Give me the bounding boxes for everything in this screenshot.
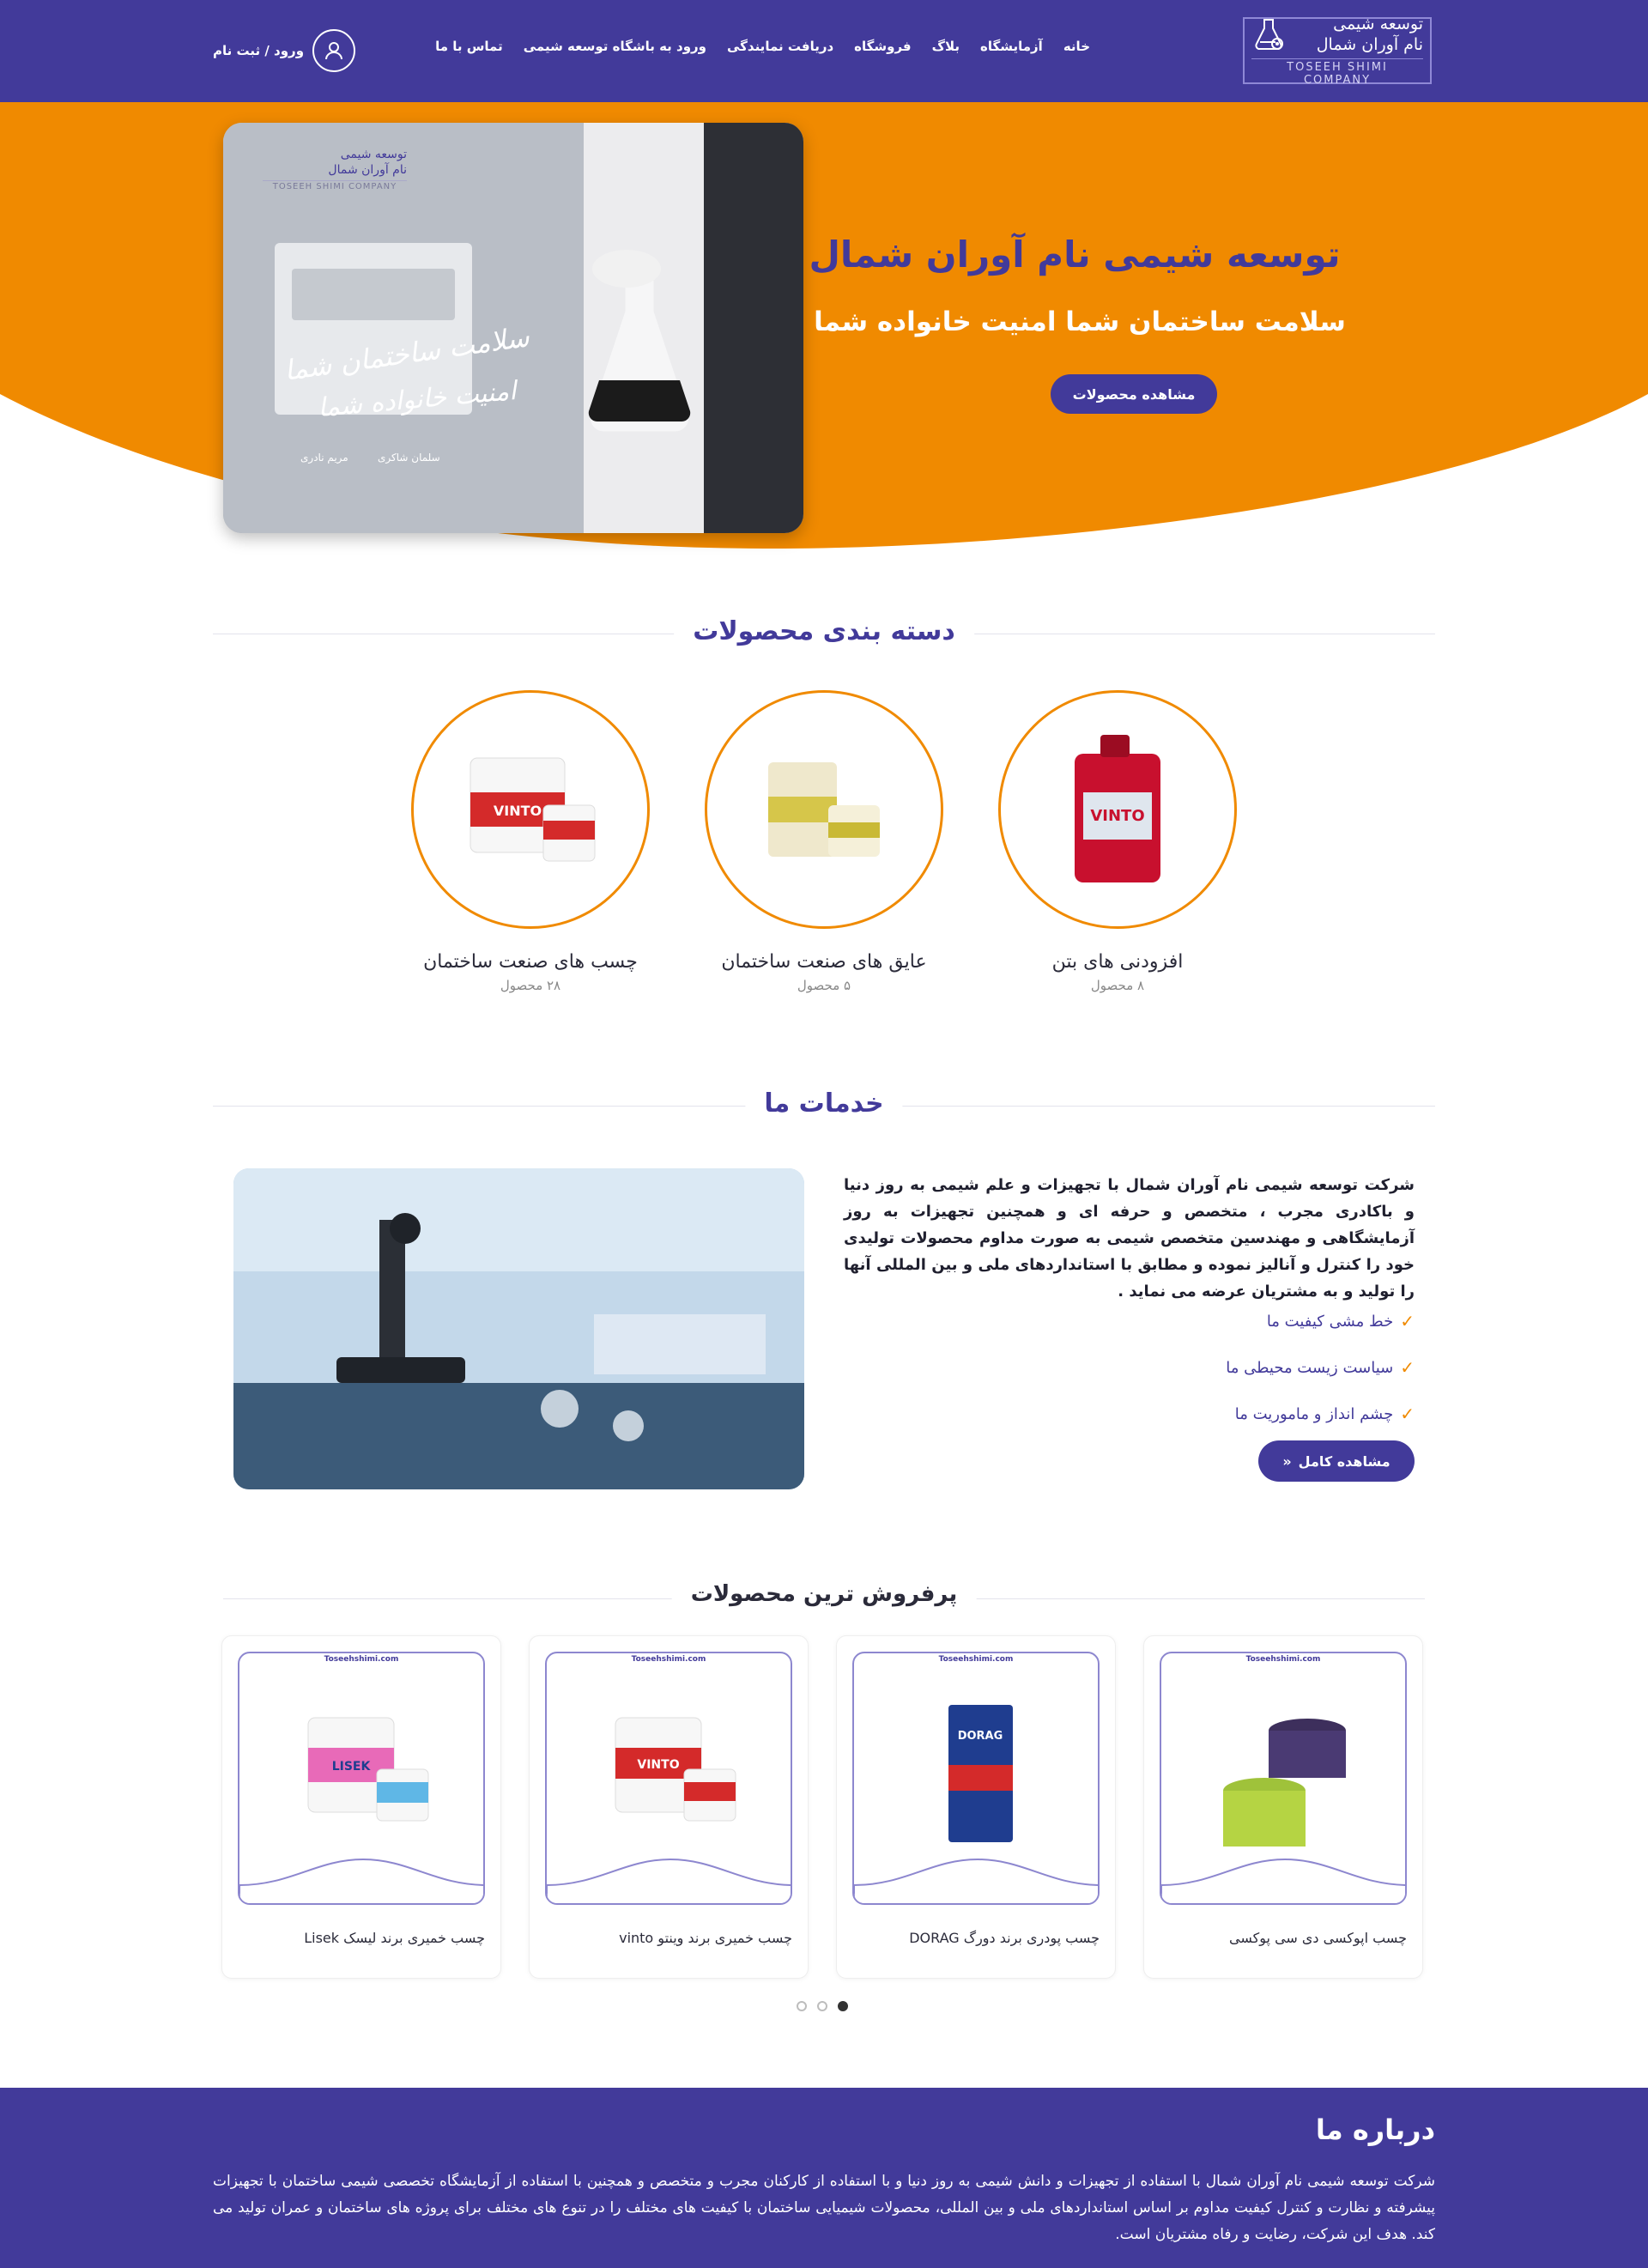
adhesive-buckets-image: VINTO: [470, 757, 596, 862]
product-image[interactable]: Toseehshimi.com DORAG: [852, 1652, 1100, 1905]
lisek-buckets-image: LISEK: [239, 1717, 483, 1903]
category-name: افزودنی های بتن: [1051, 951, 1184, 973]
nav-contact[interactable]: تماس با ما: [435, 39, 503, 54]
view-more-button[interactable]: مشاهده کامل «: [1258, 1440, 1415, 1482]
login-label: ورود / ثبت نام: [213, 43, 305, 58]
hero-title: توسعه شیمی نام آوران شمال: [809, 233, 1341, 276]
jerrycan-image: VINTO: [1075, 735, 1160, 882]
nav-home[interactable]: خانه: [1063, 39, 1090, 54]
product-image-label: DORAG: [958, 1730, 1003, 1743]
hero-image-caption-1: سلمان شاکری: [378, 452, 440, 464]
category-name: عایق های صنعت ساختمان: [721, 951, 927, 973]
checklist-item[interactable]: ✓ خط مشی کیفیت ما: [844, 1298, 1415, 1344]
site-logo[interactable]: توسعه شیمی نام آوران شمال TOSEEH SHIMI C…: [1243, 15, 1432, 87]
logo-english: TOSEEH SHIMI COMPANY: [1251, 58, 1423, 87]
hero-image-caption-2: مریم نادری: [300, 452, 348, 464]
product-name[interactable]: چسب اپوکسی دی سی پوکسی: [1158, 1930, 1407, 1946]
category-image[interactable]: VINTO: [411, 690, 650, 929]
product-name[interactable]: چسب خمیری برند وینتو vinto: [543, 1930, 792, 1946]
category-image[interactable]: [705, 690, 943, 929]
pagination-dot[interactable]: [797, 2001, 807, 2011]
product-name[interactable]: چسب پودری برند دورگ DORAG: [851, 1930, 1100, 1946]
product-image[interactable]: Toseehshimi.com LISEK: [238, 1652, 485, 1905]
dorag-bag-image: DORAG: [854, 1705, 1098, 1903]
product-card[interactable]: Toseehshimi.com LISEK چسب خمیری برند لیس…: [221, 1635, 501, 1979]
check-icon: ✓: [1400, 1311, 1415, 1331]
hero-image-logo: توسعه شیمی نام آوران شمال TOSEEH SHIMI C…: [258, 142, 412, 197]
view-products-button[interactable]: مشاهده محصولات: [1051, 374, 1217, 414]
services-checklist: ✓ خط مشی کیفیت ما ✓ سیاست زیست محیطی ما …: [844, 1298, 1415, 1437]
user-icon: [312, 29, 356, 72]
product-name[interactable]: چسب خمیری برند لیسک Lisek: [236, 1930, 485, 1946]
logo-line2: نام آوران شمال: [1316, 34, 1423, 54]
double-chevron-icon: «: [1282, 1452, 1292, 1470]
nav-agency[interactable]: دریافت نمایندگی: [727, 39, 833, 54]
bestsellers-title: پرفروش ترین محصولات: [671, 1581, 977, 1607]
hero-subtitle: سلامت ساختمان شما امنیت خانواده شما: [814, 306, 1346, 337]
services-description: شرکت توسعه شیمی نام آوران شمال با تجهیزا…: [844, 1176, 1415, 1301]
checklist-label: خط مشی کیفیت ما: [1266, 1312, 1394, 1331]
nav-blog[interactable]: بلاگ: [932, 39, 960, 54]
checklist-label: چشم انداز و ماموریت ما: [1234, 1404, 1394, 1423]
about-title: درباره ما: [1315, 2113, 1435, 2146]
categories-title: دسته بندی محصولات: [674, 616, 974, 646]
insulation-bags-image: [768, 762, 880, 857]
checklist-item[interactable]: ✓ چشم انداز و ماموریت ما: [844, 1391, 1415, 1437]
epoxy-cans-image: [1161, 1719, 1405, 1903]
category-item[interactable]: VINTO چسب های صنعت ساختمان ۲۸ محصول: [410, 690, 651, 993]
category-image[interactable]: VINTO: [998, 690, 1237, 929]
product-card[interactable]: Toseehshimi.com DORAG چسب پودری برند دور…: [836, 1635, 1116, 1979]
product-card[interactable]: Toseehshimi.com چسب اپوکسی دی سی پوکسی: [1143, 1635, 1423, 1979]
main-nav: خانه آزمایشگاه بلاگ فروشگاه دریافت نماین…: [435, 39, 1090, 54]
product-image-label: LISEK: [332, 1760, 372, 1774]
category-count: ۲۸ محصول: [500, 978, 561, 993]
product-image[interactable]: Toseehshimi.com: [1160, 1652, 1407, 1905]
category-item[interactable]: VINTO افزودنی های بتن ۸ محصول: [997, 690, 1238, 993]
site-header: توسعه شیمی نام آوران شمال TOSEEH SHIMI C…: [0, 0, 1648, 102]
product-image[interactable]: Toseehshimi.com VINTO: [545, 1652, 792, 1905]
carousel-pagination: [797, 2001, 848, 2011]
about-section: درباره ما شرکت توسعه شیمی نام آوران شمال…: [0, 2088, 1648, 2268]
services-heading: خدمات ما: [213, 1089, 1435, 1123]
nav-shop[interactable]: فروشگاه: [854, 39, 911, 54]
product-image-label: VINTO: [637, 1758, 679, 1772]
laboratory-image: [233, 1168, 804, 1489]
logo-text: توسعه شیمی نام آوران شمال: [1317, 15, 1423, 56]
logo-row: توسعه شیمی نام آوران شمال: [1251, 15, 1423, 56]
check-icon: ✓: [1400, 1404, 1415, 1424]
category-image-label: VINTO: [1090, 807, 1144, 825]
vinto-buckets-image: VINTO: [547, 1717, 791, 1903]
category-count: ۵ محصول: [797, 978, 851, 993]
login-button[interactable]: ورود / ثبت نام: [213, 29, 356, 72]
categories-heading: دسته بندی محصولات: [213, 616, 1435, 651]
pagination-dot-active[interactable]: [838, 2001, 848, 2011]
microscope-lab-illustration: [233, 1168, 804, 1489]
logo-line1: توسعه شیمی: [1333, 14, 1423, 33]
bestsellers-heading: پرفروش ترین محصولات: [223, 1581, 1425, 1616]
category-count: ۸ محصول: [1090, 978, 1145, 993]
nav-club-login[interactable]: ورود به باشگاه توسعه شیمی: [524, 39, 706, 54]
category-name: چسب های صنعت ساختمان: [423, 951, 638, 973]
hero-image: توسعه شیمی نام آوران شمال TOSEEH SHIMI C…: [223, 123, 803, 533]
pagination-dot[interactable]: [817, 2001, 827, 2011]
checklist-item[interactable]: ✓ سیاست زیست محیطی ما: [844, 1344, 1415, 1391]
category-item[interactable]: عایق های صنعت ساختمان ۵ محصول: [704, 690, 944, 993]
check-icon: ✓: [1400, 1357, 1415, 1378]
hero-image-logo-line1: توسعه شیمی: [340, 148, 407, 161]
view-more-label: مشاهده کامل: [1298, 1452, 1390, 1470]
nav-laboratory[interactable]: آزمایشگاه: [980, 39, 1043, 54]
flask-gear-icon: [1255, 18, 1283, 50]
checklist-label: سیاست زیست محیطی ما: [1226, 1358, 1394, 1377]
category-image-label: VINTO: [494, 803, 542, 819]
product-card[interactable]: Toseehshimi.com VINTO چسب خمیری برند وین…: [529, 1635, 809, 1979]
about-text: شرکت توسعه شیمی نام آوران شمال با استفاد…: [213, 2173, 1435, 2243]
hero-image-logo-line2: نام آوران شمال: [328, 163, 407, 178]
hero-image-logo-english: TOSEEH SHIMI COMPANY: [263, 180, 407, 192]
services-title: خدمات ما: [745, 1089, 903, 1119]
